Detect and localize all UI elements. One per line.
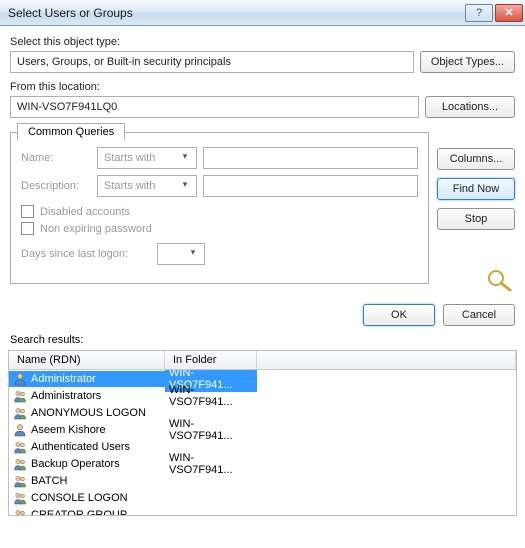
cell-folder: WIN-VSO7F941... (165, 451, 257, 477)
cell-name: Aseem Kishore (9, 422, 165, 438)
chevron-down-icon: ▾ (178, 151, 192, 165)
name-mode-dropdown[interactable]: Starts with ▾ (97, 147, 197, 169)
group-icon (13, 474, 27, 488)
description-mode-value: Starts with (104, 180, 155, 192)
cell-name: Administrators (9, 388, 165, 404)
group-icon (13, 457, 27, 471)
table-row[interactable]: Aseem KishoreWIN-VSO7F941... (9, 421, 516, 438)
days-since-logon-dropdown[interactable]: ▾ (157, 243, 205, 265)
titlebar: Select Users or Groups ? ✕ (0, 0, 525, 26)
search-results-label: Search results: (0, 332, 525, 348)
non-expiring-label: Non expiring password (40, 223, 152, 235)
cell-name: Administrator (9, 371, 165, 387)
location-field[interactable] (10, 96, 419, 118)
group-icon (13, 508, 27, 516)
table-row[interactable]: Authenticated Users (9, 438, 516, 455)
description-input[interactable] (203, 175, 418, 197)
name-input[interactable] (203, 147, 418, 169)
user-icon (13, 372, 27, 386)
locations-button[interactable]: Locations... (425, 96, 515, 118)
table-row[interactable]: ANONYMOUS LOGON (9, 404, 516, 421)
cell-name: CONSOLE LOGON (9, 490, 165, 506)
results-table: Name (RDN) In Folder AdministratorWIN-VS… (8, 350, 517, 516)
cell-folder: WIN-VSO7F941... (165, 383, 257, 409)
cell-name: Backup Operators (9, 456, 165, 472)
columns-button[interactable]: Columns... (437, 148, 515, 170)
cell-folder (165, 514, 257, 516)
col-folder[interactable]: In Folder (165, 351, 257, 369)
chevron-down-icon: ▾ (186, 247, 200, 261)
table-row[interactable]: AdministratorWIN-VSO7F941... (9, 370, 516, 387)
disabled-accounts-checkbox[interactable] (21, 205, 34, 218)
table-row[interactable]: CONSOLE LOGON (9, 489, 516, 506)
window-title: Select Users or Groups (8, 6, 463, 20)
cell-folder (165, 497, 257, 499)
cancel-button[interactable]: Cancel (443, 304, 515, 326)
object-type-label: Select this object type: (10, 36, 515, 48)
table-row[interactable]: AdministratorsWIN-VSO7F941... (9, 387, 516, 404)
cell-name: ANONYMOUS LOGON (9, 405, 165, 421)
name-label: Name: (21, 152, 91, 164)
group-icon (13, 491, 27, 505)
group-icon (13, 406, 27, 420)
cell-name: CREATOR GROUP (9, 507, 165, 516)
help-button[interactable]: ? (465, 4, 493, 22)
location-label: From this location: (10, 81, 515, 93)
object-type-field[interactable] (10, 51, 414, 73)
search-icon (483, 268, 515, 292)
close-button[interactable]: ✕ (495, 4, 523, 22)
cell-name: BATCH (9, 473, 165, 489)
find-now-button[interactable]: Find Now (437, 178, 515, 200)
cell-folder: WIN-VSO7F941... (165, 417, 257, 443)
disabled-accounts-label: Disabled accounts (40, 206, 130, 218)
description-label: Description: (21, 180, 91, 192)
object-types-button[interactable]: Object Types... (420, 51, 515, 73)
days-since-logon-label: Days since last logon: (21, 248, 151, 260)
description-mode-dropdown[interactable]: Starts with ▾ (97, 175, 197, 197)
col-name[interactable]: Name (RDN) (9, 351, 165, 369)
col-spacer (257, 351, 516, 369)
chevron-down-icon: ▾ (178, 179, 192, 193)
name-mode-value: Starts with (104, 152, 155, 164)
table-row[interactable]: Backup OperatorsWIN-VSO7F941... (9, 455, 516, 472)
cell-folder (165, 446, 257, 448)
ok-button[interactable]: OK (363, 304, 435, 326)
stop-button[interactable]: Stop (437, 208, 515, 230)
table-row[interactable]: BATCH (9, 472, 516, 489)
table-header: Name (RDN) In Folder (9, 351, 516, 370)
cell-name: Authenticated Users (9, 439, 165, 455)
tab-common-queries[interactable]: Common Queries (17, 123, 125, 141)
cell-folder (165, 480, 257, 482)
cell-folder (165, 412, 257, 414)
table-body[interactable]: AdministratorWIN-VSO7F941...Administrato… (9, 370, 516, 515)
non-expiring-checkbox[interactable] (21, 222, 34, 235)
group-icon (13, 389, 27, 403)
user-icon (13, 423, 27, 437)
group-icon (13, 440, 27, 454)
table-row[interactable]: CREATOR GROUP (9, 506, 516, 515)
